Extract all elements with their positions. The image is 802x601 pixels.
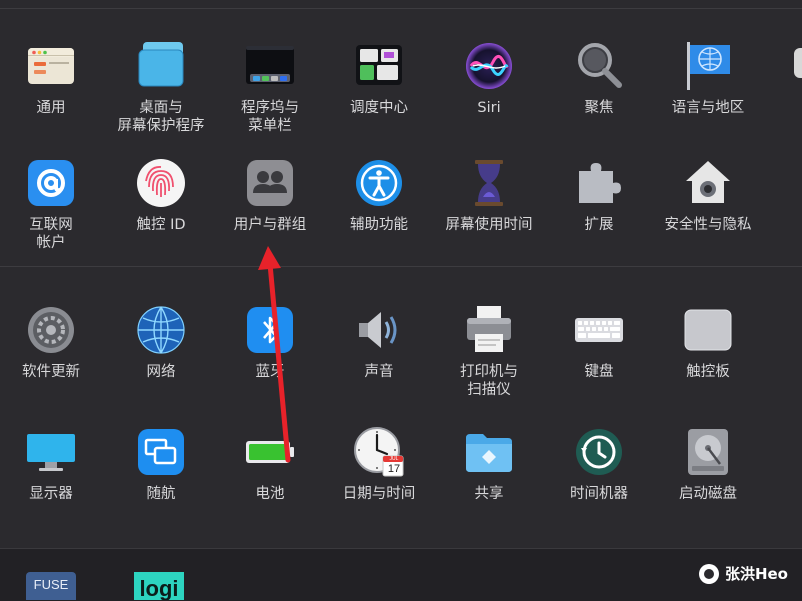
general-icon [25,40,77,92]
pref-label: 触控 ID [136,217,186,233]
pref-label: 蓝牙 [255,364,285,380]
touch-id-icon [135,157,187,209]
pref-users-groups[interactable]: 用户与群组 [216,157,324,234]
pref-mission-control[interactable]: 调度中心 [325,40,433,117]
startup-disk-icon [682,426,734,478]
pref-label: 扩展 [584,217,614,233]
pref-label: 软件更新 [22,364,80,380]
pref-label: 聚焦 [584,100,614,116]
bluetooth-icon [244,304,296,356]
pref-label: 共享 [474,486,504,502]
pref-label: Siri [477,100,501,116]
pref-language-region[interactable]: 语言与地区 [654,40,762,117]
language-region-icon [682,40,734,92]
dock-menubar-icon [244,40,296,92]
pref-label: 显示器 [29,486,73,502]
software-update-icon [25,304,77,356]
pref-label: 启动磁盘 [679,486,737,502]
section-divider [0,266,802,267]
pref-battery[interactable]: 电池 [216,426,324,503]
time-machine-icon [573,426,625,478]
pref-trackpad[interactable]: 触控板 [654,304,762,381]
trackpad-icon [682,304,734,356]
printers-scanners-icon [463,304,515,356]
pref-sharing[interactable]: 共享 [435,426,543,503]
screen-time-icon [463,157,515,209]
pref-printers-scanners[interactable]: 打印机与 扫描仪 [435,304,543,399]
pref-general[interactable]: 通用 [0,40,105,117]
pref-label: 互联网 帐户 [29,217,73,251]
sidecar-icon [135,426,187,478]
pref-label: 日期与时间 [342,486,416,502]
security-privacy-icon [682,157,734,209]
pref-extensions[interactable]: 扩展 [545,157,653,234]
desktop-screensaver-icon [135,40,187,92]
extensions-icon [573,157,625,209]
logi-label: logi [139,576,179,600]
mission-control-icon [353,40,405,92]
pref-label: 安全性与隐私 [664,217,752,233]
pref-sound[interactable]: 声音 [325,304,433,381]
pref-network[interactable]: 网络 [107,304,215,381]
siri-icon [463,40,515,92]
pref-label: 程序坞与 菜单栏 [241,100,299,134]
fuse-pane-icon[interactable]: FUSE [26,572,76,600]
pref-startup-disk[interactable]: 启动磁盘 [654,426,762,503]
calendar-day: 17 [387,463,401,475]
network-icon [135,304,187,356]
fuse-label: FUSE [33,577,69,592]
pref-screen-time[interactable]: 屏幕使用时间 [435,157,543,234]
pref-label: 声音 [364,364,394,380]
calendar-month: JUL [389,456,399,462]
pref-sidecar[interactable]: 随航 [107,426,215,503]
battery-icon [244,426,296,478]
date-time-icon: JUL 17 [353,426,405,478]
top-divider [0,8,802,9]
pref-label: 辅助功能 [350,217,408,233]
spotlight-icon [573,40,625,92]
pref-label: 键盘 [584,364,614,380]
pref-internet-accounts[interactable]: 互联网 帐户 [0,157,105,252]
pref-label: 网络 [146,364,176,380]
third-party-panes [0,548,802,601]
pref-accessibility[interactable]: 辅助功能 [325,157,433,234]
pref-label: 打印机与 扫描仪 [460,364,518,398]
pref-siri[interactable]: Siri [435,40,543,117]
accessibility-icon [353,157,405,209]
pref-touch-id[interactable]: 触控 ID [107,157,215,234]
keyboard-icon [573,304,625,356]
pref-displays[interactable]: 显示器 [0,426,105,503]
pref-desktop-screensaver[interactable]: 桌面与 屏幕保护程序 [107,40,215,135]
pref-label: 用户与群组 [233,217,307,233]
pref-software-update[interactable]: 软件更新 [0,304,105,381]
sound-icon [353,304,405,356]
pref-label: 调度中心 [350,100,408,116]
pref-label: 屏幕使用时间 [445,217,533,233]
watermark-text: 张洪Heo [724,565,788,583]
pref-spotlight[interactable]: 聚焦 [545,40,653,117]
pref-label: 电池 [255,486,285,502]
pref-label: 语言与地区 [671,100,745,116]
internet-accounts-icon [25,157,77,209]
watermark-logo-icon [698,563,719,584]
pref-security-privacy[interactable]: 安全性与隐私 [654,157,762,234]
users-groups-icon [244,157,296,209]
displays-icon [25,426,77,478]
logi-pane-icon[interactable]: logi [134,572,184,600]
pref-bluetooth[interactable]: 蓝牙 [216,304,324,381]
pref-label: 桌面与 屏幕保护程序 [117,100,205,134]
pref-label: 随航 [146,486,176,502]
pref-keyboard[interactable]: 键盘 [545,304,653,381]
watermark: 张洪Heo [698,563,788,584]
pref-date-time[interactable]: JUL 17 日期与时间 [325,426,433,503]
window-edge-handle [794,48,802,78]
sharing-icon [463,426,515,478]
pref-label: 触控板 [686,364,730,380]
pref-label: 时间机器 [570,486,628,502]
pref-time-machine[interactable]: 时间机器 [545,426,653,503]
pref-label: 通用 [36,100,66,116]
pref-dock-menubar[interactable]: 程序坞与 菜单栏 [216,40,324,135]
